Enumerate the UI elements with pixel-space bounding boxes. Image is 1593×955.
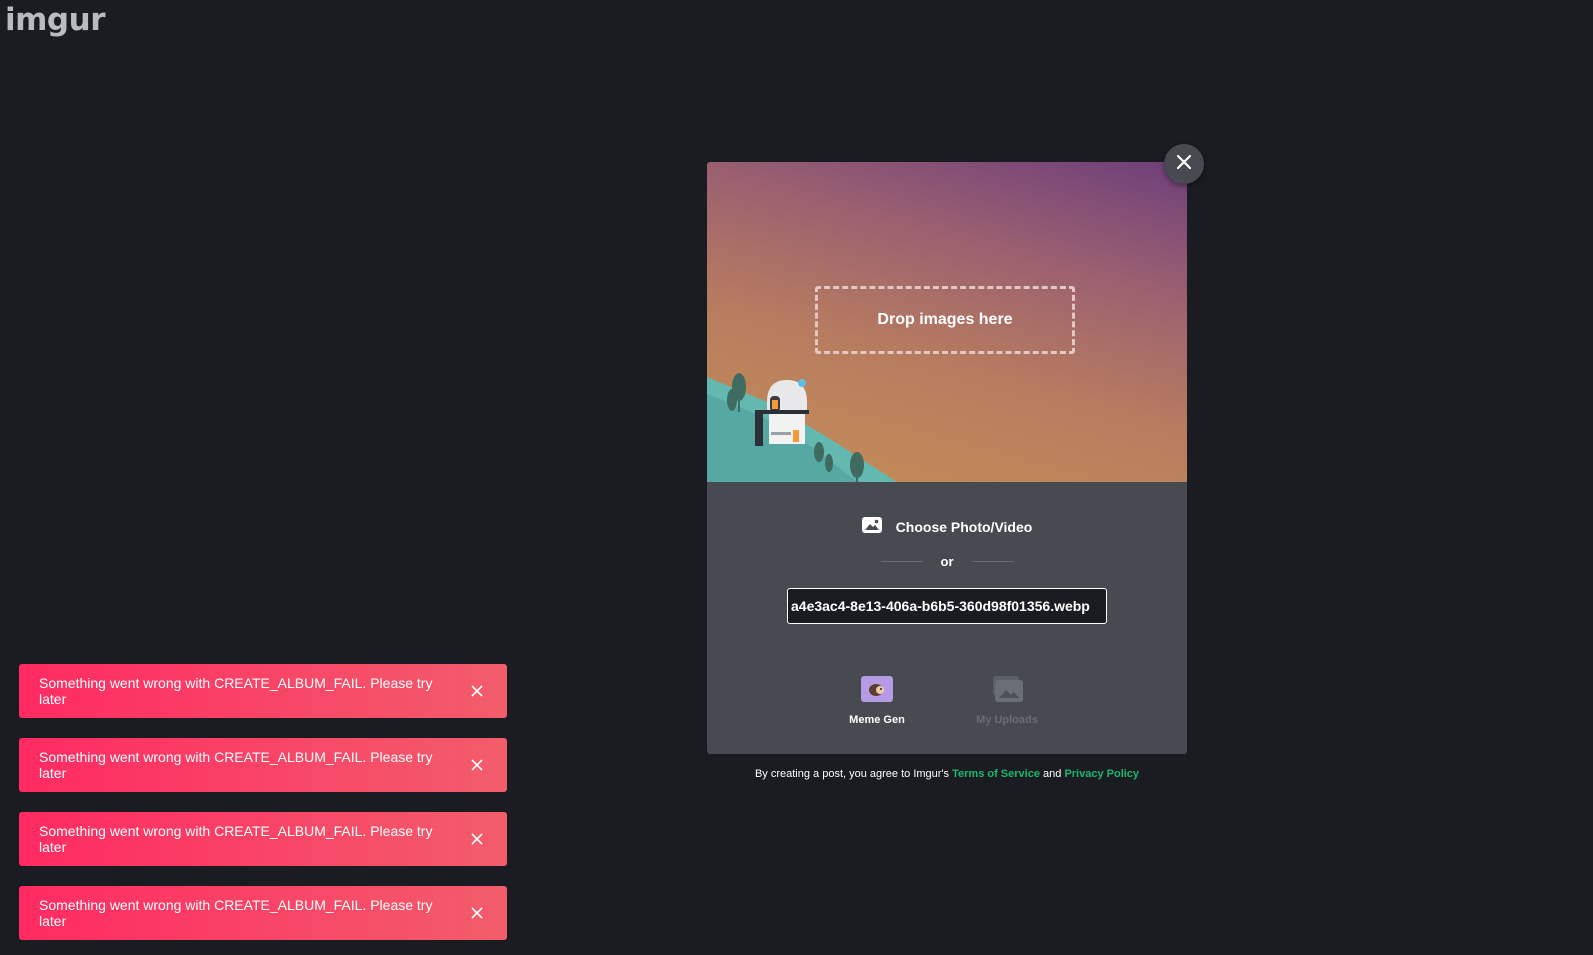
- terms-of-service-link[interactable]: Terms of Service: [952, 768, 1040, 780]
- close-icon[interactable]: [457, 671, 497, 711]
- terms-notice: By creating a post, you agree to Imgur's…: [707, 768, 1187, 780]
- imgur-logo[interactable]: imgur: [5, 2, 105, 38]
- divider-line: [880, 561, 923, 562]
- close-icon: [1176, 154, 1192, 175]
- my-uploads-button[interactable]: My Uploads: [957, 674, 1057, 726]
- divider-line: [971, 561, 1014, 562]
- error-toast: Something went wrong with CREATE_ALBUM_F…: [19, 738, 507, 792]
- upload-tools: Meme Gen My Uploads: [707, 674, 1187, 734]
- terms-prefix: By creating a post, you agree to Imgur's: [754, 768, 950, 780]
- or-divider: or: [707, 554, 1187, 569]
- error-toast: Something went wrong with CREATE_ALBUM_F…: [19, 812, 507, 866]
- logo-text: imgur: [5, 2, 105, 38]
- close-icon[interactable]: [457, 745, 497, 785]
- error-toast: Something went wrong with CREATE_ALBUM_F…: [19, 664, 507, 718]
- close-icon[interactable]: [457, 819, 497, 859]
- upload-hero: Drop images here: [707, 162, 1187, 482]
- my-uploads-label: My Uploads: [976, 714, 1038, 726]
- paste-url-input[interactable]: [787, 588, 1107, 624]
- choose-label: Choose Photo/Video: [895, 518, 1033, 535]
- close-modal-button[interactable]: [1164, 144, 1204, 184]
- choose-photo-video-button[interactable]: Choose Photo/Video: [707, 517, 1187, 536]
- toast-message: Something went wrong with CREATE_ALBUM_F…: [39, 675, 433, 707]
- my-uploads-icon: [991, 674, 1023, 704]
- meme-gen-button[interactable]: Meme Gen: [827, 674, 927, 726]
- image-icon: [861, 517, 882, 536]
- upload-modal: Drop images here Choose Photo/Video or a…: [707, 162, 1187, 754]
- toast-message: Something went wrong with CREATE_ALBUM_F…: [39, 749, 433, 781]
- privacy-policy-link[interactable]: Privacy Policy: [1064, 768, 1139, 780]
- error-toast: Something went wrong with CREATE_ALBUM_F…: [19, 886, 507, 940]
- meme-gen-label: Meme Gen: [849, 714, 905, 726]
- close-icon[interactable]: [457, 893, 497, 933]
- drop-zone[interactable]: Drop images here: [815, 286, 1075, 354]
- meme-gen-icon: [861, 674, 893, 704]
- drop-label: Drop images here: [877, 311, 1013, 328]
- or-label: or: [940, 554, 954, 569]
- toast-message: Something went wrong with CREATE_ALBUM_F…: [39, 897, 433, 929]
- toast-message: Something went wrong with CREATE_ALBUM_F…: [39, 823, 433, 855]
- terms-and: and: [1043, 768, 1062, 780]
